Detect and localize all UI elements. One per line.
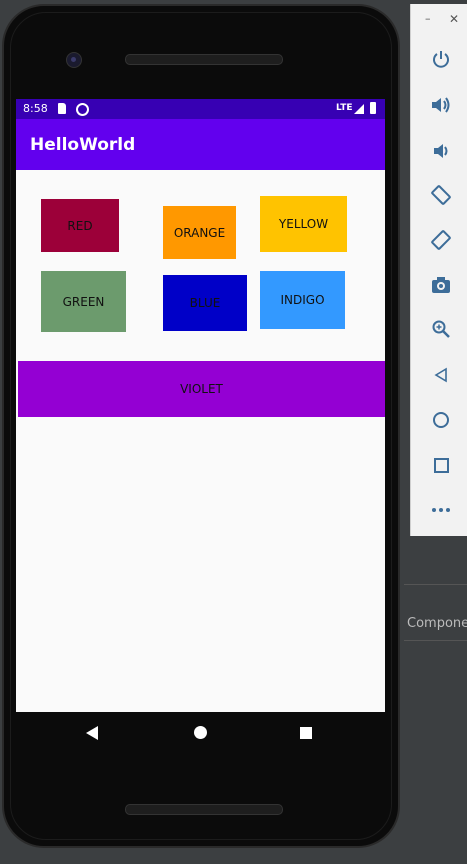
- more-icon[interactable]: [429, 498, 453, 522]
- emulator-toolbar: – ✕: [410, 4, 467, 536]
- app-title: HelloWorld: [30, 135, 136, 155]
- back-icon[interactable]: [429, 363, 453, 387]
- home-icon[interactable]: [429, 408, 453, 432]
- nav-recents-icon[interactable]: [300, 727, 312, 739]
- navigation-bar: [16, 712, 385, 754]
- app-bar: HelloWorld: [16, 119, 385, 170]
- green-button[interactable]: GREEN: [41, 271, 126, 332]
- component-tree-label[interactable]: Compone: [407, 616, 467, 631]
- volume-up-icon[interactable]: [429, 93, 453, 117]
- yellow-button[interactable]: YELLOW: [260, 196, 347, 252]
- network-type: LTE: [336, 103, 353, 113]
- front-camera: [66, 52, 82, 68]
- earpiece-speaker: [125, 54, 283, 65]
- overview-icon[interactable]: [429, 453, 453, 477]
- volume-down-icon[interactable]: [429, 139, 453, 163]
- status-bar: 8:58 LTE: [16, 99, 385, 119]
- bottom-speaker: [125, 804, 283, 815]
- close-icon[interactable]: ✕: [449, 12, 459, 26]
- rotate-right-icon[interactable]: [429, 228, 453, 252]
- minimize-icon[interactable]: –: [425, 12, 431, 25]
- indigo-button[interactable]: INDIGO: [260, 271, 345, 329]
- nav-back-icon[interactable]: [86, 726, 98, 740]
- orange-button[interactable]: ORANGE: [163, 206, 236, 259]
- power-icon[interactable]: [429, 47, 453, 71]
- rotate-left-icon[interactable]: [429, 183, 453, 207]
- red-button[interactable]: RED: [41, 199, 119, 252]
- zoom-icon[interactable]: [429, 317, 453, 341]
- device-screen: 8:58 LTE HelloWorld RED ORANGE YELLOW GR…: [16, 99, 385, 712]
- violet-button[interactable]: VIOLET: [18, 361, 385, 417]
- sd-card-icon: [58, 103, 66, 114]
- nav-home-icon[interactable]: [194, 726, 207, 739]
- status-time: 8:58: [23, 102, 48, 115]
- battery-icon: [370, 102, 376, 114]
- signal-icon: [354, 104, 364, 114]
- camera-icon[interactable]: [429, 273, 453, 297]
- sync-icon: [76, 103, 89, 116]
- blue-button[interactable]: BLUE: [163, 275, 247, 331]
